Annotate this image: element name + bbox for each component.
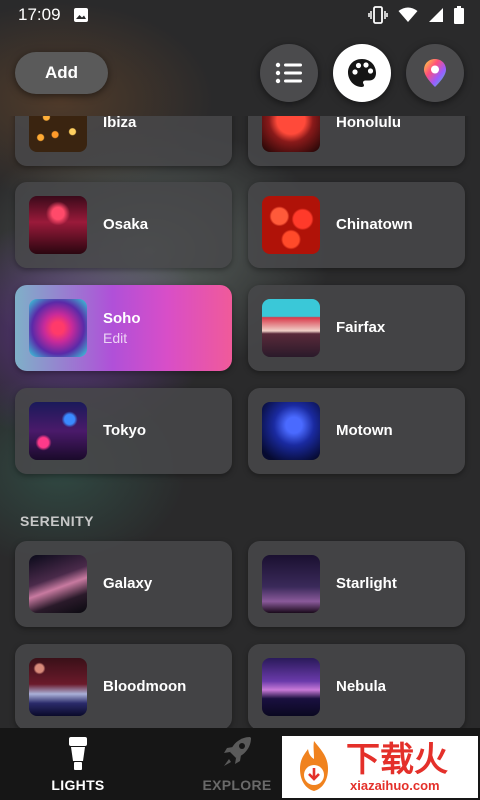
palette-icon — [348, 59, 376, 87]
scene-thumbnail-bloodmoon — [29, 658, 87, 716]
scene-thumbnail-nebula — [262, 658, 320, 716]
scene-thumbnail-chinatown — [262, 196, 320, 254]
scene-thumbnail-ibiza — [29, 116, 87, 152]
watermark-overlay: 下载火 xiazaihuo.com — [282, 736, 478, 798]
scene-thumbnail-starlight — [262, 555, 320, 613]
scene-label: Fairfax — [336, 319, 386, 336]
wifi-icon — [398, 7, 418, 22]
clock: 17:09 — [18, 5, 61, 24]
scene-label: Honolulu — [336, 116, 401, 131]
scene-thumbnail-honolulu — [262, 116, 320, 152]
vibrate-icon — [368, 6, 388, 24]
scene-card-tokyo[interactable]: Tokyo — [15, 388, 232, 474]
bulb-icon — [69, 737, 87, 770]
scene-card-osaka[interactable]: Osaka — [15, 182, 232, 268]
scene-label: Chinatown — [336, 216, 413, 233]
nav-tab-lights[interactable]: LIGHTS — [3, 728, 153, 800]
scene-card-starlight[interactable]: Starlight — [248, 541, 465, 627]
scene-card-soho[interactable]: Soho Edit — [15, 285, 232, 371]
scene-label: Ibiza — [103, 116, 137, 131]
scene-thumbnail-motown — [262, 402, 320, 460]
scene-label: Bloodmoon — [103, 678, 187, 695]
palette-view-button[interactable] — [333, 44, 391, 102]
scene-label: Starlight — [336, 575, 397, 592]
battery-icon — [454, 6, 464, 24]
scene-card-bloodmoon[interactable]: Bloodmoon — [15, 644, 232, 728]
status-bar: 17:09 — [0, 0, 480, 30]
header: Add — [0, 36, 480, 116]
scene-label: Nebula — [336, 678, 387, 695]
scene-thumbnail-fairfax — [262, 299, 320, 357]
scene-card-fairfax[interactable]: Fairfax — [248, 285, 465, 371]
watermark-url: xiazaihuo.com — [350, 778, 440, 793]
scene-thumbnail-galaxy — [29, 555, 87, 613]
add-button[interactable]: Add — [15, 52, 108, 94]
color-picker-button[interactable] — [406, 44, 464, 102]
scene-label: Tokyo — [103, 422, 147, 439]
scene-card-galaxy[interactable]: Galaxy — [15, 541, 232, 627]
list-icon — [275, 62, 302, 84]
download-logo-icon — [300, 741, 328, 791]
scene-grid: Ibiza Honolulu Osaka Chinatown Soho Edit… — [0, 116, 480, 728]
scene-card-chinatown[interactable]: Chinatown — [248, 182, 465, 268]
scene-label: Osaka — [103, 216, 149, 233]
rocket-icon — [224, 737, 251, 766]
scene-label: Motown — [336, 422, 393, 439]
signal-icon — [429, 8, 443, 22]
watermark-title: 下载火 — [346, 740, 448, 780]
scene-thumbnail-soho — [29, 299, 87, 357]
nav-label-lights: LIGHTS — [51, 777, 105, 793]
list-view-button[interactable] — [260, 44, 318, 102]
section-title: SERENITY — [20, 513, 95, 529]
scene-card-nebula[interactable]: Nebula — [248, 644, 465, 728]
scene-label: Galaxy — [103, 575, 153, 592]
image-icon — [73, 8, 88, 22]
color-pin-icon — [424, 59, 446, 87]
scene-label: Soho — [103, 310, 141, 327]
scene-card-ibiza[interactable]: Ibiza — [15, 116, 232, 166]
scene-edit-link[interactable]: Edit — [103, 330, 127, 346]
scene-thumbnail-tokyo — [29, 402, 87, 460]
scene-card-motown[interactable]: Motown — [248, 388, 465, 474]
scene-thumbnail-osaka — [29, 196, 87, 254]
scene-card-honolulu[interactable]: Honolulu — [248, 116, 465, 166]
